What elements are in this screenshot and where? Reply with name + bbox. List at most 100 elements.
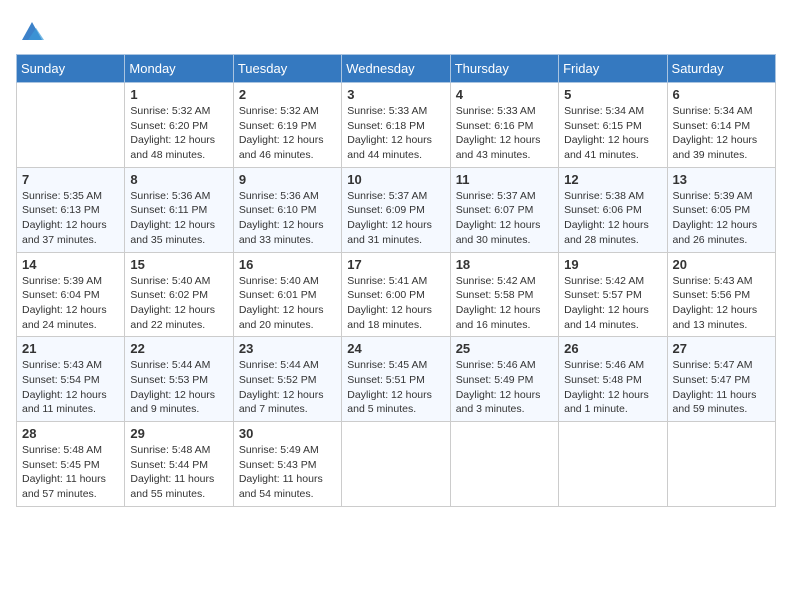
calendar-cell: [559, 422, 667, 507]
day-number: 8: [130, 172, 227, 187]
calendar-cell: 27 Sunrise: 5:47 AMSunset: 5:47 PMDayligh…: [667, 337, 775, 422]
calendar-cell: 20 Sunrise: 5:43 AMSunset: 5:56 PMDayligh…: [667, 252, 775, 337]
day-info: Sunrise: 5:44 AMSunset: 5:53 PMDaylight:…: [130, 358, 227, 417]
calendar-cell: [450, 422, 558, 507]
calendar-cell: 23Sunrise: 5:44 AMSunset: 5:52 PMDayligh…: [233, 337, 341, 422]
calendar-week-row: 1 Sunrise: 5:32 AMSunset: 6:20 PMDaylight…: [17, 83, 776, 168]
day-number: 19: [564, 257, 661, 272]
calendar-cell: 4Sunrise: 5:33 AMSunset: 6:16 PMDaylight…: [450, 83, 558, 168]
day-number: 24: [347, 341, 444, 356]
calendar-week-row: 14 Sunrise: 5:39 AMSunset: 6:04 PMDayligh…: [17, 252, 776, 337]
day-info: Sunrise: 5:43 AMSunset: 5:56 PMDaylight:…: [673, 274, 770, 333]
calendar-cell: 9Sunrise: 5:36 AMSunset: 6:10 PMDaylight…: [233, 167, 341, 252]
day-number: 29: [130, 426, 227, 441]
calendar-cell: 16 Sunrise: 5:40 AMSunset: 6:01 PMDayligh…: [233, 252, 341, 337]
day-info: Sunrise: 5:34 AMSunset: 6:15 PMDaylight:…: [564, 104, 661, 163]
calendar-cell: 2 Sunrise: 5:32 AMSunset: 6:19 PMDaylight…: [233, 83, 341, 168]
page-header: [16, 16, 776, 44]
day-number: 2: [239, 87, 336, 102]
day-header-sunday: Sunday: [17, 55, 125, 83]
day-info: Sunrise: 5:32 AMSunset: 6:19 PMDaylight:…: [239, 104, 336, 163]
day-number: 14: [22, 257, 119, 272]
calendar-cell: 11 Sunrise: 5:37 AMSunset: 6:07 PMDayligh…: [450, 167, 558, 252]
logo: [16, 16, 46, 44]
day-number: 20: [673, 257, 770, 272]
day-info: Sunrise: 5:40 AMSunset: 6:02 PMDaylight:…: [130, 274, 227, 333]
calendar-cell: 18Sunrise: 5:42 AMSunset: 5:58 PMDayligh…: [450, 252, 558, 337]
day-number: 9: [239, 172, 336, 187]
day-info: Sunrise: 5:37 AMSunset: 6:09 PMDaylight:…: [347, 189, 444, 248]
day-info: Sunrise: 5:33 AMSunset: 6:18 PMDaylight:…: [347, 104, 444, 163]
calendar-week-row: 7 Sunrise: 5:35 AMSunset: 6:13 PMDaylight…: [17, 167, 776, 252]
day-number: 21: [22, 341, 119, 356]
day-number: 17: [347, 257, 444, 272]
day-info: Sunrise: 5:33 AMSunset: 6:16 PMDaylight:…: [456, 104, 553, 163]
day-info: Sunrise: 5:42 AMSunset: 5:58 PMDaylight:…: [456, 274, 553, 333]
day-number: 10: [347, 172, 444, 187]
day-number: 7: [22, 172, 119, 187]
calendar-cell: 13Sunrise: 5:39 AMSunset: 6:05 PMDayligh…: [667, 167, 775, 252]
calendar-cell: 10 Sunrise: 5:37 AMSunset: 6:09 PMDayligh…: [342, 167, 450, 252]
calendar-cell: 15 Sunrise: 5:40 AMSunset: 6:02 PMDayligh…: [125, 252, 233, 337]
day-info: Sunrise: 5:36 AMSunset: 6:11 PMDaylight:…: [130, 189, 227, 248]
day-info: Sunrise: 5:48 AMSunset: 5:45 PMDaylight:…: [22, 443, 119, 502]
calendar-cell: 24 Sunrise: 5:45 AMSunset: 5:51 PMDayligh…: [342, 337, 450, 422]
day-number: 25: [456, 341, 553, 356]
day-number: 1: [130, 87, 227, 102]
day-header-friday: Friday: [559, 55, 667, 83]
day-header-thursday: Thursday: [450, 55, 558, 83]
day-info: Sunrise: 5:35 AMSunset: 6:13 PMDaylight:…: [22, 189, 119, 248]
day-info: Sunrise: 5:34 AMSunset: 6:14 PMDaylight:…: [673, 104, 770, 163]
day-header-wednesday: Wednesday: [342, 55, 450, 83]
day-info: Sunrise: 5:37 AMSunset: 6:07 PMDaylight:…: [456, 189, 553, 248]
day-info: Sunrise: 5:49 AMSunset: 5:43 PMDaylight:…: [239, 443, 336, 502]
day-number: 15: [130, 257, 227, 272]
calendar-cell: 1 Sunrise: 5:32 AMSunset: 6:20 PMDaylight…: [125, 83, 233, 168]
day-info: Sunrise: 5:47 AMSunset: 5:47 PMDaylight:…: [673, 358, 770, 417]
calendar-cell: 29 Sunrise: 5:48 AMSunset: 5:44 PMDayligh…: [125, 422, 233, 507]
day-header-saturday: Saturday: [667, 55, 775, 83]
day-number: 22: [130, 341, 227, 356]
calendar-cell: 21 Sunrise: 5:43 AMSunset: 5:54 PMDayligh…: [17, 337, 125, 422]
day-info: Sunrise: 5:39 AMSunset: 6:04 PMDaylight:…: [22, 274, 119, 333]
day-info: Sunrise: 5:42 AMSunset: 5:57 PMDaylight:…: [564, 274, 661, 333]
day-info: Sunrise: 5:41 AMSunset: 6:00 PMDaylight:…: [347, 274, 444, 333]
calendar-cell: 26 Sunrise: 5:46 AMSunset: 5:48 PMDayligh…: [559, 337, 667, 422]
day-info: Sunrise: 5:40 AMSunset: 6:01 PMDaylight:…: [239, 274, 336, 333]
day-info: Sunrise: 5:46 AMSunset: 5:48 PMDaylight:…: [564, 358, 661, 417]
calendar-cell: 12 Sunrise: 5:38 AMSunset: 6:06 PMDayligh…: [559, 167, 667, 252]
calendar-cell: 28Sunrise: 5:48 AMSunset: 5:45 PMDayligh…: [17, 422, 125, 507]
calendar-week-row: 21 Sunrise: 5:43 AMSunset: 5:54 PMDayligh…: [17, 337, 776, 422]
calendar-table: SundayMondayTuesdayWednesdayThursdayFrid…: [16, 54, 776, 507]
day-number: 26: [564, 341, 661, 356]
calendar-cell: 25 Sunrise: 5:46 AMSunset: 5:49 PMDayligh…: [450, 337, 558, 422]
calendar-cell: 19 Sunrise: 5:42 AMSunset: 5:57 PMDayligh…: [559, 252, 667, 337]
day-number: 5: [564, 87, 661, 102]
day-number: 13: [673, 172, 770, 187]
calendar-cell: 7 Sunrise: 5:35 AMSunset: 6:13 PMDaylight…: [17, 167, 125, 252]
calendar-cell: [342, 422, 450, 507]
day-number: 11: [456, 172, 553, 187]
day-header-tuesday: Tuesday: [233, 55, 341, 83]
day-info: Sunrise: 5:32 AMSunset: 6:20 PMDaylight:…: [130, 104, 227, 163]
day-info: Sunrise: 5:46 AMSunset: 5:49 PMDaylight:…: [456, 358, 553, 417]
day-number: 27: [673, 341, 770, 356]
day-info: Sunrise: 5:38 AMSunset: 6:06 PMDaylight:…: [564, 189, 661, 248]
calendar-cell: 5 Sunrise: 5:34 AMSunset: 6:15 PMDaylight…: [559, 83, 667, 168]
calendar-cell: [667, 422, 775, 507]
day-info: Sunrise: 5:45 AMSunset: 5:51 PMDaylight:…: [347, 358, 444, 417]
calendar-week-row: 28Sunrise: 5:48 AMSunset: 5:45 PMDayligh…: [17, 422, 776, 507]
logo-icon: [18, 16, 46, 44]
calendar-cell: 30Sunrise: 5:49 AMSunset: 5:43 PMDayligh…: [233, 422, 341, 507]
day-info: Sunrise: 5:43 AMSunset: 5:54 PMDaylight:…: [22, 358, 119, 417]
calendar-header-row: SundayMondayTuesdayWednesdayThursdayFrid…: [17, 55, 776, 83]
calendar-cell: 6 Sunrise: 5:34 AMSunset: 6:14 PMDaylight…: [667, 83, 775, 168]
day-number: 23: [239, 341, 336, 356]
day-number: 16: [239, 257, 336, 272]
day-number: 6: [673, 87, 770, 102]
day-header-monday: Monday: [125, 55, 233, 83]
day-number: 12: [564, 172, 661, 187]
calendar-cell: 17 Sunrise: 5:41 AMSunset: 6:00 PMDayligh…: [342, 252, 450, 337]
calendar-cell: 22 Sunrise: 5:44 AMSunset: 5:53 PMDayligh…: [125, 337, 233, 422]
day-info: Sunrise: 5:48 AMSunset: 5:44 PMDaylight:…: [130, 443, 227, 502]
